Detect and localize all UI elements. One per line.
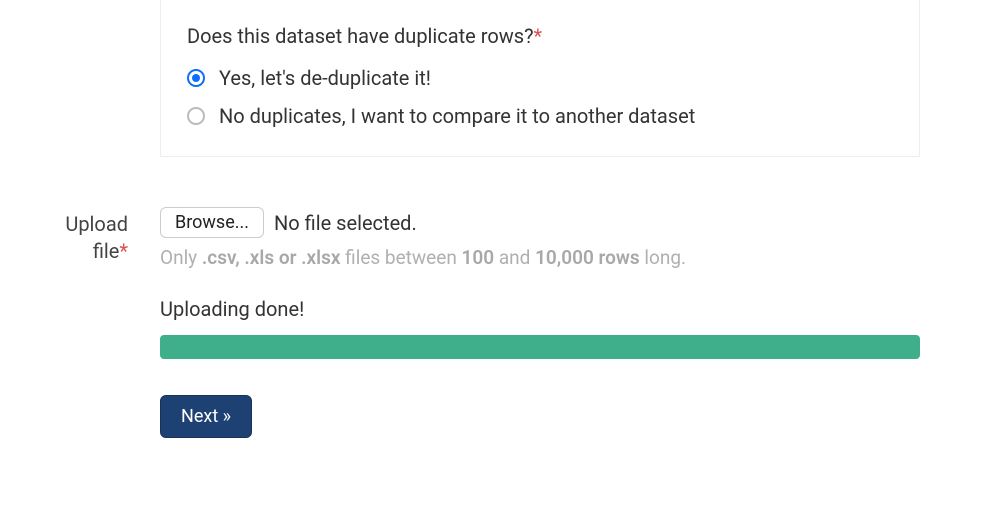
radio-option-compare[interactable]: No duplicates, I want to compare it to a… <box>187 104 893 128</box>
progress-bar <box>160 335 920 359</box>
upload-field-label: Upload file* <box>0 207 160 438</box>
radio-icon <box>187 69 205 87</box>
radio-icon <box>187 107 205 125</box>
duplicate-rows-question: Does this dataset have duplicate rows?* <box>187 24 893 48</box>
file-input-row: Browse... No file selected. <box>160 207 920 238</box>
question-text: Does this dataset have duplicate rows? <box>187 24 534 48</box>
upload-content: Browse... No file selected. Only .csv, .… <box>160 207 1000 438</box>
required-mark: * <box>534 24 543 48</box>
upload-progress-status: Uploading done! <box>160 297 920 321</box>
upload-section: Upload file* Browse... No file selected.… <box>0 207 1000 438</box>
radio-label: Yes, let's de-duplicate it! <box>219 66 431 90</box>
question-panel: Does this dataset have duplicate rows?* … <box>160 0 920 157</box>
next-button[interactable]: Next » <box>160 395 252 438</box>
required-mark: * <box>119 239 128 263</box>
browse-button[interactable]: Browse... <box>160 207 264 238</box>
file-selected-status: No file selected. <box>274 211 417 235</box>
radio-label: No duplicates, I want to compare it to a… <box>219 104 695 128</box>
upload-hint: Only .csv, .xls or .xlsx files between 1… <box>160 246 920 269</box>
radio-option-deduplicate[interactable]: Yes, let's de-duplicate it! <box>187 66 893 90</box>
